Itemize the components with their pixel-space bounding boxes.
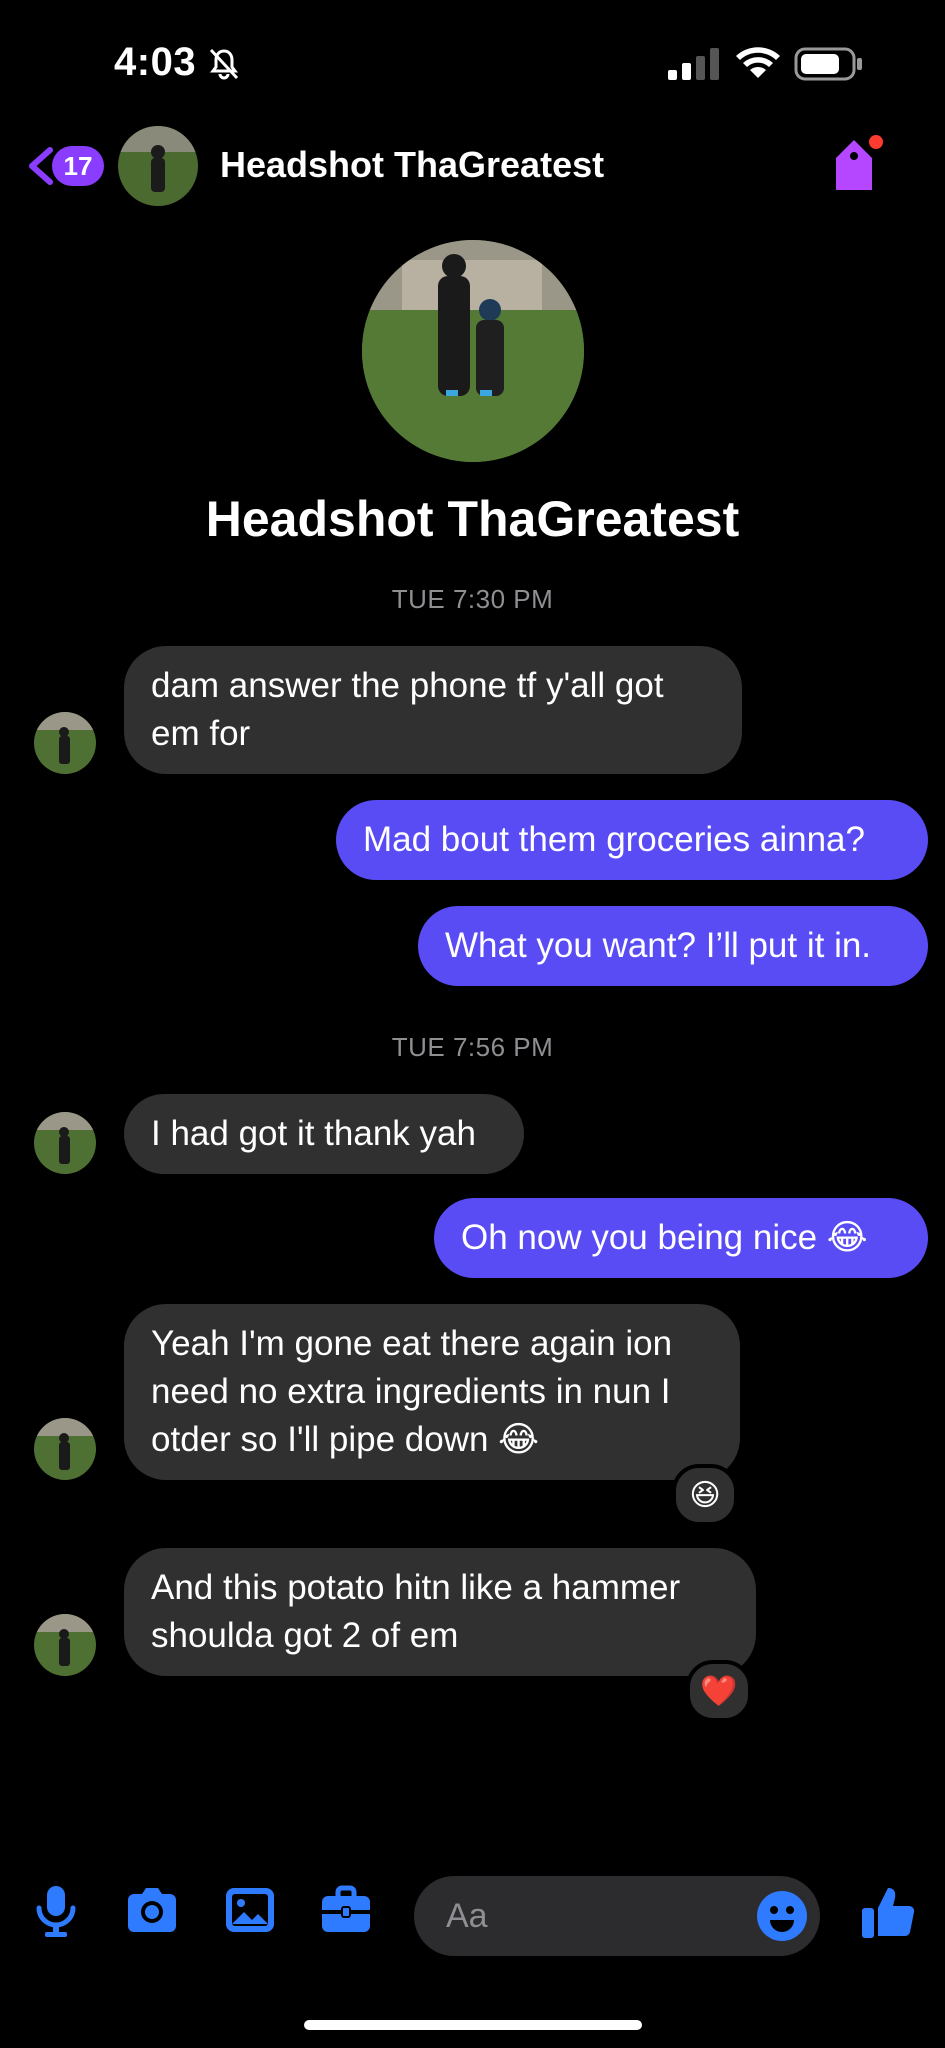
message-incoming[interactable]: And this potato hitn like a hammer shoul… <box>124 1548 756 1676</box>
thumbs-up-icon[interactable] <box>858 1882 918 1942</box>
briefcase-icon[interactable] <box>318 1882 374 1938</box>
battery-icon <box>794 47 862 81</box>
smiley-icon[interactable] <box>756 1890 808 1942</box>
message-outgoing[interactable]: What you want? I’ll put it in. <box>418 906 928 986</box>
bell-slash-icon <box>209 48 239 80</box>
camera-icon[interactable] <box>124 1882 180 1938</box>
message-incoming[interactable]: dam answer the phone tf y'all got em for <box>124 646 742 774</box>
message-incoming[interactable]: Yeah I'm gone eat there again ion need n… <box>124 1304 740 1480</box>
back-button[interactable]: 17 <box>24 140 104 192</box>
timestamp: TUE 7:56 PM <box>391 1032 554 1062</box>
message-incoming[interactable]: I had got it thank yah <box>124 1094 524 1174</box>
timestamp: TUE 7:30 PM <box>391 584 554 614</box>
sender-avatar[interactable] <box>34 712 96 774</box>
unread-count-badge: 17 <box>52 146 104 186</box>
status-time: 4:03 <box>114 40 197 84</box>
contact-avatar[interactable] <box>118 126 198 206</box>
sender-avatar[interactable] <box>34 1112 96 1174</box>
image-icon[interactable] <box>222 1882 278 1938</box>
message-reaction[interactable]: ❤️ <box>686 1660 752 1722</box>
profile-name: Headshot ThaGreatest <box>205 491 740 547</box>
wifi-icon <box>736 47 780 78</box>
profile-photo <box>362 240 584 462</box>
message-outgoing[interactable]: Oh now you being nice 😂 <box>434 1198 928 1278</box>
message-outgoing[interactable]: Mad bout them groceries ainna? <box>336 800 928 880</box>
sender-avatar[interactable] <box>34 1614 96 1676</box>
signal-icon <box>668 48 719 80</box>
message-reaction[interactable]: 😆 <box>672 1464 738 1526</box>
tag-icon[interactable] <box>830 132 884 196</box>
sender-avatar[interactable] <box>34 1418 96 1480</box>
contact-name[interactable]: Headshot ThaGreatest <box>220 144 604 186</box>
microphone-icon[interactable] <box>28 1882 84 1938</box>
home-indicator[interactable] <box>304 2020 642 2030</box>
